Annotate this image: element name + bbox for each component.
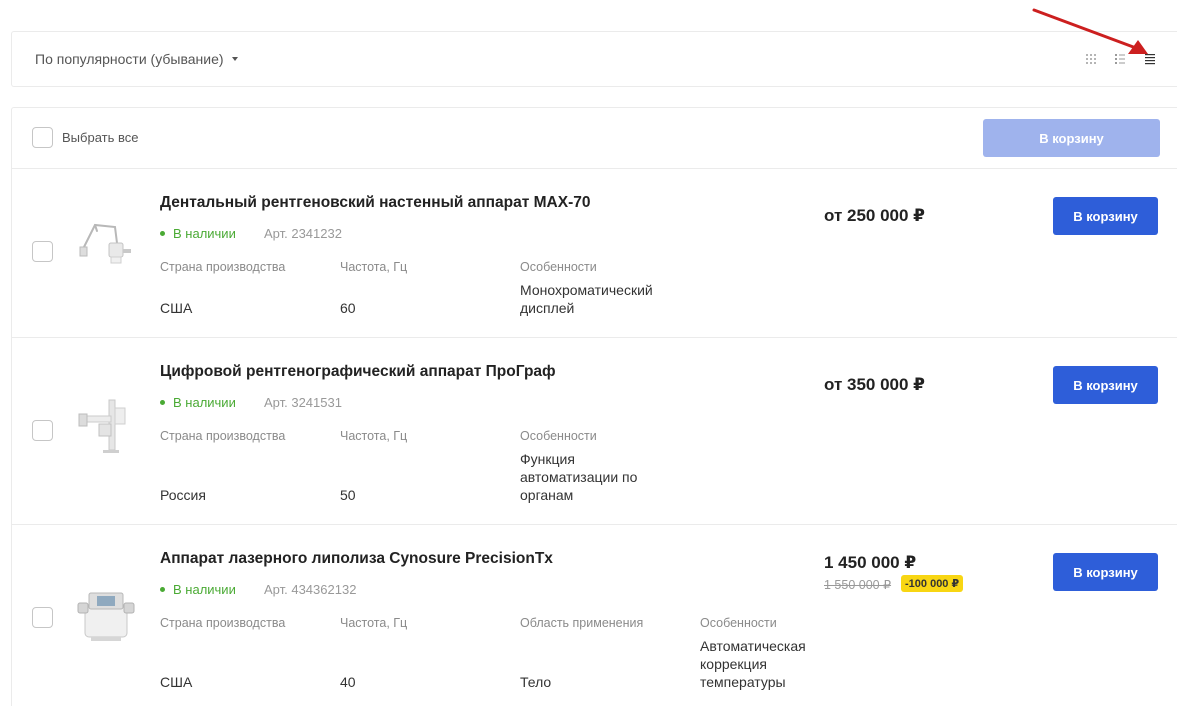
product-price: от 350 000 ₽ [824, 375, 926, 394]
product-image[interactable] [75, 585, 137, 647]
product-title[interactable]: Аппарат лазерного липолиза Cynosure Prec… [160, 550, 553, 568]
product-title[interactable]: Дентальный рентгеновский настенный аппар… [160, 194, 590, 212]
select-all-checkbox[interactable] [32, 127, 53, 148]
table-view-button[interactable] [1143, 52, 1157, 66]
prop-label: Частота, Гц [340, 260, 408, 274]
prop-label: Область применения [520, 616, 644, 630]
prop-value: Автоматическая коррекция температуры [700, 638, 806, 690]
product-checkbox[interactable] [32, 420, 53, 441]
in-stock-dot-icon [160, 400, 165, 405]
product-price: 1 450 000 ₽ [824, 553, 917, 572]
product-price: от 250 000 ₽ [824, 206, 926, 225]
discount-badge: -100 000 ₽ [901, 575, 964, 592]
in-stock-dot-icon [160, 587, 165, 592]
caret-down-icon [231, 57, 238, 61]
stock-label: В наличии [173, 395, 236, 410]
prop-label: Страна производства [160, 260, 286, 274]
old-price: 1 550 000 ₽ [824, 578, 892, 592]
article-number: Арт. 434362132 [264, 582, 357, 597]
prop-value: Россия [160, 487, 206, 503]
stock-status: В наличии [160, 226, 236, 241]
prop-value: Тело [520, 674, 552, 690]
prop-value: 50 [340, 487, 356, 503]
prop-label: Страна производства [160, 616, 286, 630]
article-number: Арт. 2341232 [264, 226, 342, 241]
prop-label: Частота, Гц [340, 616, 408, 630]
add-to-cart-button[interactable]: В корзину [1053, 197, 1158, 235]
product-checkbox[interactable] [32, 241, 53, 262]
table-view-icon [1145, 54, 1155, 65]
prop-label: Страна производства [160, 429, 286, 443]
prop-value: США [160, 674, 193, 690]
select-all-label: Выбрать все [62, 130, 139, 145]
add-to-cart-button[interactable]: В корзину [1053, 553, 1158, 591]
article-number: Арт. 3241531 [264, 395, 342, 410]
prop-label: Особенности [520, 429, 597, 443]
tile-view-button[interactable] [1084, 52, 1098, 66]
product-image[interactable] [75, 396, 137, 458]
in-stock-dot-icon [160, 231, 165, 236]
prop-value: Функция автоматизации по органам [520, 451, 638, 503]
product-title[interactable]: Цифровой рентгенографический аппарат Про… [160, 363, 556, 381]
tile-view-icon [1086, 54, 1096, 64]
add-to-cart-button[interactable]: В корзину [1053, 366, 1158, 404]
sort-label: По популярности (убывание) [35, 51, 224, 67]
product-row: Цифровой рентгенографический аппарат Про… [11, 338, 1177, 525]
add-selected-to-cart-button[interactable]: В корзину [983, 119, 1160, 157]
prop-value: США [160, 300, 193, 316]
prop-label: Особенности [520, 260, 597, 274]
prop-value: 60 [340, 300, 356, 316]
prop-value: Монохроматический дисплей [520, 282, 653, 316]
stock-label: В наличии [173, 582, 236, 597]
product-checkbox[interactable] [32, 607, 53, 628]
sort-bar: По популярности (убывание) [11, 31, 1177, 87]
product-image[interactable] [75, 219, 137, 281]
stock-label: В наличии [173, 226, 236, 241]
product-row: Дентальный рентгеновский настенный аппар… [11, 169, 1177, 338]
stock-status: В наличии [160, 395, 236, 410]
select-all-bar: Выбрать все В корзину [11, 107, 1177, 169]
stock-status: В наличии [160, 582, 236, 597]
prop-label: Частота, Гц [340, 429, 408, 443]
list-view-button[interactable] [1113, 52, 1127, 66]
product-row: Аппарат лазерного липолиза Cynosure Prec… [11, 525, 1177, 706]
list-view-icon [1115, 54, 1125, 64]
prop-value: 40 [340, 674, 356, 690]
prop-label: Особенности [700, 616, 777, 630]
sort-dropdown[interactable]: По популярности (убывание) [35, 51, 238, 67]
